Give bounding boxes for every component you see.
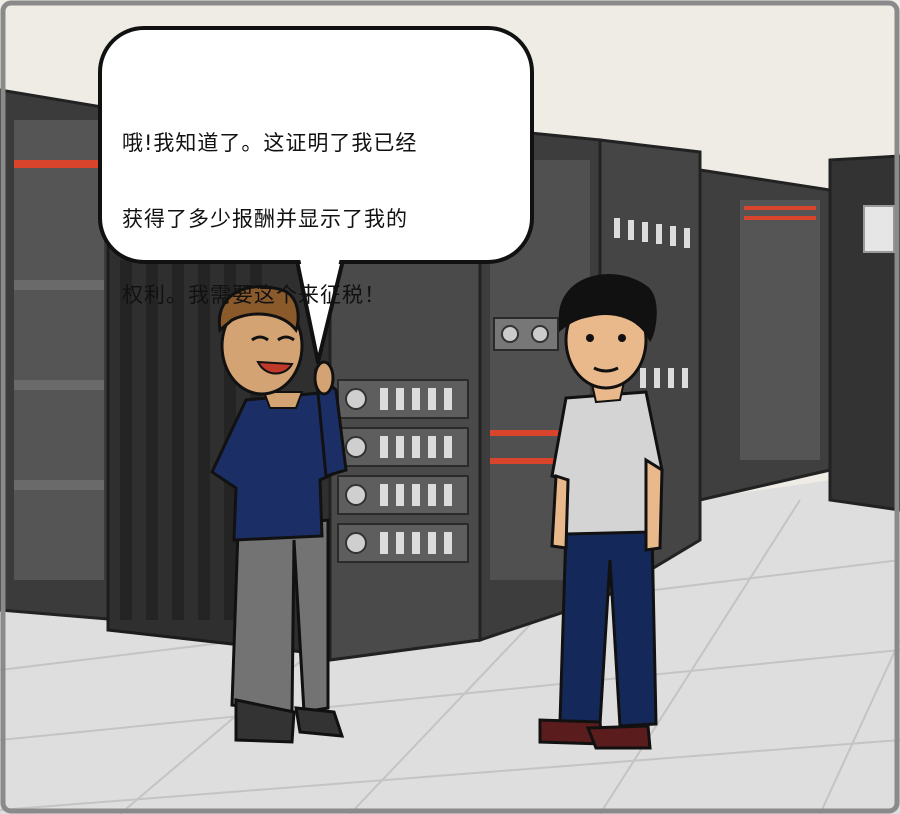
speech-line-1: 哦!我知道了。这证明了我已经 (122, 131, 418, 155)
speech-line-3: 权利。我需要这个来征税！ (122, 283, 386, 307)
comic-panel: 哦!我知道了。这证明了我已经 获得了多少报酬并显示了我的 权利。我需要这个来征税… (0, 0, 900, 814)
speech-line-2: 获得了多少报酬并显示了我的 (122, 207, 408, 231)
speech-bubble-text: 哦!我知道了。这证明了我已经 获得了多少报酬并显示了我的 权利。我需要这个来征税… (122, 86, 502, 352)
server-rack-right (698, 154, 900, 512)
